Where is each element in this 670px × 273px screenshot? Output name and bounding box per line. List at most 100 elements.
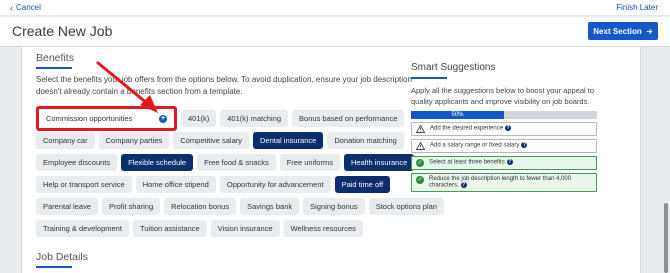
benefit-chip-label: Parental leave <box>43 202 91 211</box>
scrollbar-thumb[interactable] <box>664 203 668 273</box>
benefit-chip[interactable]: Wellness resources <box>283 220 363 237</box>
benefit-chip-label: Profit sharing <box>108 202 154 211</box>
smart-suggestions-description: Apply all the suggestions below to boost… <box>411 86 595 106</box>
benefit-chip[interactable]: Profit sharing <box>101 198 161 215</box>
benefit-chip-label: Vision insurance <box>217 224 273 233</box>
benefit-chip[interactable]: Home office stipend <box>135 176 216 193</box>
benefit-chip-label: Dental insurance <box>260 136 317 145</box>
benefit-chip-label: Donation matching <box>334 136 397 145</box>
help-icon[interactable]: ? <box>521 142 528 148</box>
benefits-underline <box>36 67 72 69</box>
suggestion-text: Select at least three benefits <box>429 159 505 166</box>
suggestion-text: Add a salary range or fixed salary <box>430 142 520 149</box>
suggestion-text-wrap: Reduce the job description length to few… <box>429 176 592 189</box>
job-details-heading: Job Details <box>36 251 88 263</box>
benefit-chip-label: Free food & snacks <box>204 158 269 167</box>
benefit-chip-label: Help or transport service <box>43 180 125 189</box>
next-section-label: Next Section <box>593 26 642 36</box>
suggestion-list: Add the desired experience? Add a salary … <box>411 122 601 192</box>
suggestion-item[interactable]: ✓ Select at least three benefits? <box>411 156 597 170</box>
benefit-chip-label: Flexible schedule <box>128 158 187 167</box>
benefit-chip[interactable]: Help or transport service <box>36 176 132 193</box>
benefit-chip-label: Company parties <box>105 136 163 145</box>
benefit-chip[interactable]: Health insurance <box>343 154 415 171</box>
smart-suggestions-underline <box>411 77 447 79</box>
benefit-chip[interactable]: Free food & snacks <box>197 154 276 171</box>
progress-bar: 50% <box>411 111 597 119</box>
job-details-underline <box>36 266 72 268</box>
benefits-chip-row: Employee discounts Flexible schedule Free … <box>36 154 426 171</box>
benefit-chip[interactable]: Flexible schedule <box>121 154 194 171</box>
benefit-chip-label: Stock options plan <box>375 202 437 211</box>
benefit-chip-label: 401(k) matching <box>227 114 282 123</box>
suggestion-text-wrap: Add a salary range or fixed salary? <box>430 142 528 149</box>
benefit-chip-label: Training & development <box>43 224 122 233</box>
suggestion-text: Reduce the job description length to few… <box>429 176 572 189</box>
benefit-chip[interactable]: 401(k) <box>181 110 217 127</box>
benefit-chip[interactable]: Vision insurance <box>210 220 280 237</box>
benefit-chip-label: Opportunity for advancement <box>226 180 324 189</box>
benefit-chip[interactable]: Opportunity for advancement <box>219 176 331 193</box>
benefit-chip[interactable]: Relocation bonus <box>164 198 237 215</box>
page-title: Create New Job <box>12 23 113 39</box>
warning-icon <box>416 125 425 133</box>
benefits-chip-row: Training & development Tuition assistance… <box>36 220 426 237</box>
benefits-chip-row: Help or transport service Home office sti… <box>36 176 426 193</box>
benefit-chip-label: 401(k) <box>188 114 210 123</box>
benefit-chip-label: Signing bonus <box>310 202 358 211</box>
benefit-chip-label: Wellness resources <box>290 224 356 233</box>
benefit-chip-label: Competitive salary <box>180 136 243 145</box>
check-icon: ✓ <box>416 176 424 184</box>
benefit-chip[interactable]: Parental leave <box>36 198 98 215</box>
suggestion-text: Add the desired experience <box>430 125 504 132</box>
benefit-chip[interactable]: Training & development <box>36 220 129 237</box>
suggestion-item[interactable]: Add the desired experience? <box>411 122 597 136</box>
benefit-chip[interactable]: Free uniforms <box>279 154 340 171</box>
benefit-chip[interactable]: Tuition assistance <box>132 220 207 237</box>
benefit-chip[interactable]: 401(k) matching <box>220 110 289 127</box>
benefit-chip[interactable]: Company car <box>36 132 95 149</box>
finish-later-link[interactable]: Finish Later <box>616 3 658 12</box>
benefit-chip[interactable]: Bonus based on performance <box>292 110 405 127</box>
smart-suggestions-panel: Smart Suggestions Apply all the suggesti… <box>411 62 601 192</box>
benefit-chip[interactable]: Stock options plan <box>368 198 444 215</box>
suggestion-item[interactable]: ✓ Reduce the job description length to fe… <box>411 173 597 192</box>
benefit-chip-label: Company car <box>43 136 88 145</box>
benefits-chip-list: Commission opportunities +401(k) 401(k) ma… <box>36 106 444 242</box>
help-icon[interactable]: ? <box>505 125 512 131</box>
suggestion-item[interactable]: Add a salary range or fixed salary? <box>411 139 597 153</box>
benefits-intro: Select the benefits your job offers from… <box>36 75 412 96</box>
smart-suggestions-title: Smart Suggestions <box>411 62 496 73</box>
benefit-chip-label: Free uniforms <box>286 158 333 167</box>
benefit-chip[interactable]: Employee discounts <box>36 154 118 171</box>
benefits-chip-row: Commission opportunities +401(k) 401(k) ma… <box>36 106 426 131</box>
plus-icon[interactable]: + <box>159 114 167 123</box>
benefit-chip-label: Relocation bonus <box>171 202 230 211</box>
next-section-button[interactable]: Next Section <box>588 22 658 40</box>
top-bar: ‹ Cancel Finish Later <box>0 0 670 16</box>
help-icon[interactable]: ? <box>506 159 513 165</box>
benefit-chip[interactable]: Commission opportunities + <box>36 106 177 131</box>
progress-fill: 50% <box>411 111 504 119</box>
warning-icon <box>416 142 425 150</box>
benefit-chip[interactable]: Savings bank <box>240 198 300 215</box>
benefit-chip-label: Commission opportunities <box>46 114 133 123</box>
help-icon[interactable]: ? <box>460 182 467 188</box>
benefit-chip[interactable]: Donation matching <box>327 132 404 149</box>
benefit-chip[interactable]: Dental insurance <box>253 132 324 149</box>
benefit-chip[interactable]: Paid time off <box>334 176 391 193</box>
benefit-chip[interactable]: Competitive salary <box>173 132 250 149</box>
benefit-chip-label: Bonus based on performance <box>299 114 398 123</box>
cancel-link[interactable]: ‹ Cancel <box>10 3 41 12</box>
benefits-chip-row: Parental leave Profit sharing Relocation b… <box>36 198 444 215</box>
page-header: Create New Job Next Section <box>0 17 670 47</box>
benefit-chip[interactable]: Signing bonus <box>303 198 365 215</box>
benefit-chip[interactable]: Company parties <box>98 132 170 149</box>
benefit-chip-label: Health insurance <box>350 158 408 167</box>
benefit-chip-label: Tuition assistance <box>139 224 200 233</box>
benefit-chip-label: Home office stipend <box>142 180 209 189</box>
benefits-chip-row: Company car Company parties Competitive sa… <box>36 132 426 149</box>
chevron-left-icon: ‹ <box>10 2 13 13</box>
benefit-chip-label: Paid time off <box>341 180 384 189</box>
benefit-chip-label: Savings bank <box>247 202 293 211</box>
